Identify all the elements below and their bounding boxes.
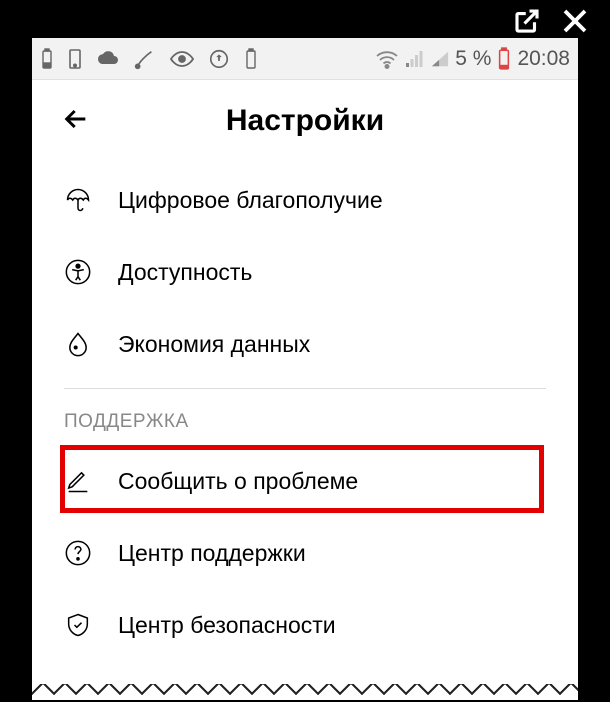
phone-rect-icon bbox=[68, 48, 82, 70]
signal-2-icon bbox=[431, 50, 449, 68]
pencil-edit-icon bbox=[64, 467, 92, 495]
sync-icon bbox=[208, 48, 230, 70]
clock-text: 20:08 bbox=[517, 47, 570, 71]
page-header: Настройки bbox=[32, 80, 578, 156]
battery-small-icon bbox=[40, 48, 54, 70]
section-header-support: ПОДДЕРЖКА bbox=[32, 389, 578, 445]
menu-label: Центр поддержки bbox=[118, 540, 306, 567]
menu-item-safety-center[interactable]: Центр безопасности bbox=[32, 589, 578, 661]
status-left bbox=[40, 48, 258, 70]
page-title: Настройки bbox=[60, 104, 550, 138]
wifi-icon bbox=[375, 49, 399, 69]
frame-top-controls bbox=[512, 6, 590, 36]
menu-label: Доступность bbox=[118, 259, 252, 286]
battery-percent-text: 5 % bbox=[455, 47, 491, 71]
device-frame: 5 % 20:08 Настройки bbox=[0, 0, 610, 702]
menu-item-support-center[interactable]: Центр поддержки bbox=[32, 517, 578, 589]
cloud-icon bbox=[96, 50, 120, 68]
umbrella-icon bbox=[64, 186, 92, 214]
battery-empty-icon bbox=[244, 48, 258, 70]
menu-label: Сообщить о проблеме bbox=[118, 468, 358, 495]
help-icon bbox=[64, 539, 92, 567]
back-button[interactable] bbox=[60, 103, 92, 140]
battery-low-icon bbox=[497, 47, 511, 71]
menu-label: Экономия данных bbox=[118, 331, 310, 358]
menu-label: Цифровое благополучие bbox=[118, 187, 383, 214]
status-bar: 5 % 20:08 bbox=[32, 38, 578, 80]
signal-1-icon bbox=[405, 50, 425, 68]
menu-item-digital-wellbeing[interactable]: Цифровое благополучие bbox=[32, 164, 578, 236]
brush-icon bbox=[134, 48, 156, 70]
torn-edge bbox=[32, 684, 578, 700]
menu-item-report-problem[interactable]: Сообщить о проблеме bbox=[32, 445, 578, 517]
settings-content: Цифровое благополучие Доступность bbox=[32, 156, 578, 669]
shield-check-icon bbox=[64, 611, 92, 639]
menu-label: Центр безопасности bbox=[118, 612, 336, 639]
open-external-icon[interactable] bbox=[512, 6, 542, 36]
status-right: 5 % 20:08 bbox=[375, 47, 570, 71]
drop-icon bbox=[64, 330, 92, 358]
close-icon[interactable] bbox=[560, 6, 590, 36]
highlighted-wrapper: Сообщить о проблеме bbox=[32, 445, 578, 517]
menu-item-data-saver[interactable]: Экономия данных bbox=[32, 308, 578, 380]
eye-icon bbox=[170, 50, 194, 68]
menu-item-accessibility[interactable]: Доступность bbox=[32, 236, 578, 308]
accessibility-icon bbox=[64, 258, 92, 286]
phone-screen: 5 % 20:08 Настройки bbox=[32, 38, 578, 700]
